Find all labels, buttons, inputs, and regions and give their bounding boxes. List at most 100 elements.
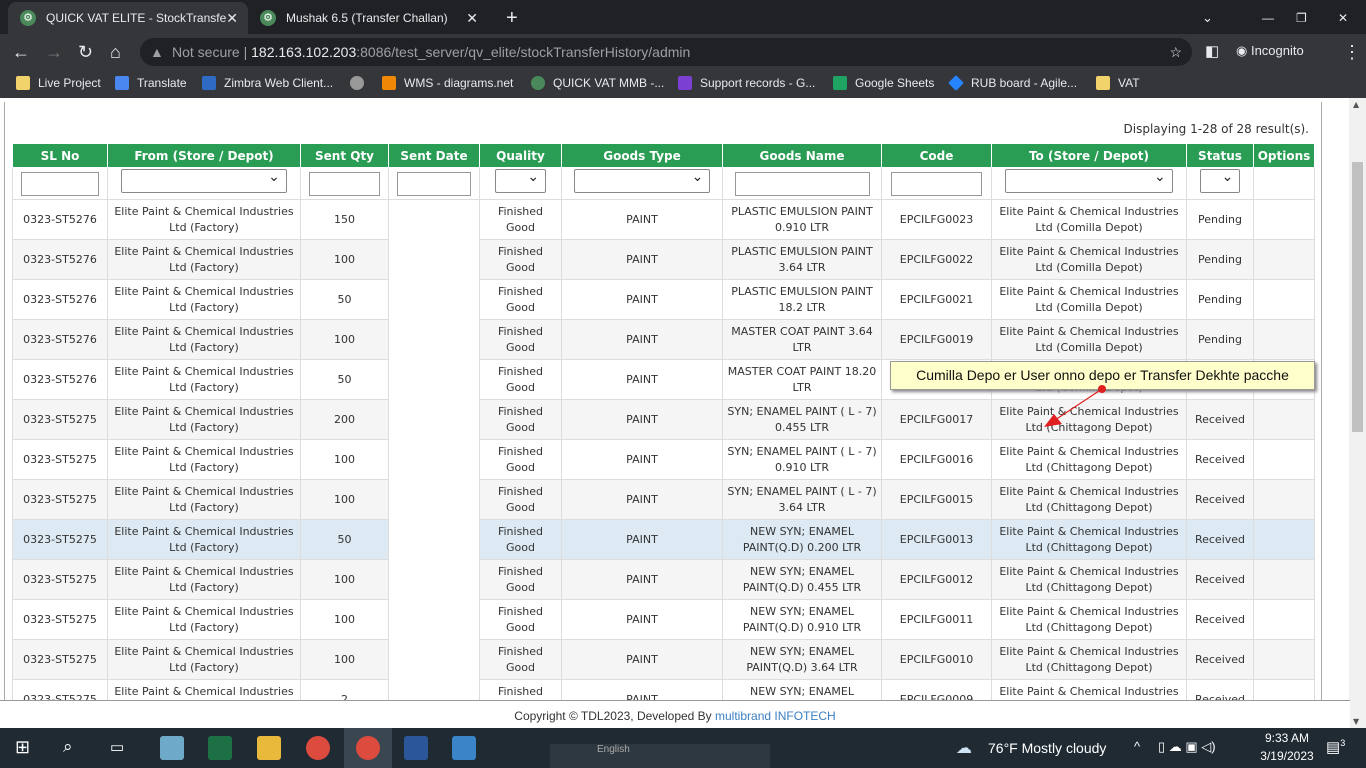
- maximize-button[interactable]: ❐: [1284, 2, 1319, 34]
- weather-text[interactable]: 76°F Mostly cloudy: [988, 740, 1106, 756]
- filter-select[interactable]: [573, 169, 711, 193]
- cell-from-store-depot: Elite Paint & Chemical Industries Ltd (F…: [107, 519, 301, 560]
- cell-options[interactable]: [1253, 639, 1315, 680]
- column-header[interactable]: Status: [1186, 143, 1254, 168]
- scrollbar-thumb[interactable]: [1352, 162, 1363, 432]
- column-header[interactable]: Goods Type: [561, 143, 723, 168]
- bookmark-live-project[interactable]: Live Project: [16, 76, 101, 90]
- filter-cell: [479, 167, 562, 200]
- cell-options[interactable]: [1253, 239, 1315, 280]
- column-header[interactable]: Sent Date: [388, 143, 480, 168]
- cell-options[interactable]: [1253, 479, 1315, 520]
- bookmark-wms[interactable]: WMS - diagrams.net: [382, 76, 513, 90]
- clock-date[interactable]: 3/19/2023: [1258, 749, 1316, 763]
- table-row[interactable]: 0323-ST5275 Elite Paint & Chemical Indust…: [12, 479, 1315, 520]
- incognito-badge[interactable]: ◉ Incognito: [1236, 43, 1304, 59]
- filter-input[interactable]: [734, 171, 870, 196]
- app-s-icon[interactable]: [452, 736, 476, 760]
- tray-chevron-icon[interactable]: ^: [1134, 739, 1140, 754]
- cell-options[interactable]: [1253, 439, 1315, 480]
- language-bar[interactable]: English: [550, 744, 770, 768]
- bookmark-globe[interactable]: [350, 76, 372, 90]
- cell-options[interactable]: [1253, 399, 1315, 440]
- bookmark-vat[interactable]: VAT: [1096, 76, 1140, 90]
- cell-to-store-depot: Elite Paint & Chemical Industries Ltd (C…: [991, 639, 1187, 680]
- table-row[interactable]: 0323-ST5275 Elite Paint & Chemical Indust…: [12, 599, 1315, 640]
- bookmark-quick-vat-mmb[interactable]: QUICK VAT MMB -...: [531, 76, 664, 90]
- filter-select[interactable]: [121, 169, 287, 193]
- tab-mushak[interactable]: ⚙ Mushak 6.5 (Transfer Challan) ✕: [248, 2, 488, 34]
- table-row[interactable]: 0323-ST5275 Elite Paint & Chemical Indust…: [12, 559, 1315, 600]
- column-header[interactable]: Code: [881, 143, 992, 168]
- column-header[interactable]: Options: [1253, 143, 1315, 168]
- bookmark-support-records[interactable]: Support records - G...: [678, 76, 815, 90]
- table-row[interactable]: 0323-ST5276 Elite Paint & Chemical Indust…: [12, 319, 1315, 360]
- close-window-button[interactable]: ✕: [1326, 2, 1360, 34]
- table-row[interactable]: 0323-ST5276 Elite Paint & Chemical Indust…: [12, 279, 1315, 320]
- file-explorer-icon[interactable]: [257, 736, 281, 760]
- chrome-icon[interactable]: [306, 736, 330, 760]
- column-header[interactable]: Sent Qty: [300, 143, 389, 168]
- column-header[interactable]: Goods Name: [722, 143, 882, 168]
- bookmark-translate[interactable]: Translate: [115, 76, 187, 90]
- bookmark-star-icon[interactable]: ☆: [1169, 38, 1182, 66]
- notification-icon[interactable]: ▤3: [1326, 738, 1345, 756]
- address-bar[interactable]: ▲ Not secure | 182.163.102.203:8086/test…: [140, 38, 1192, 66]
- table-row[interactable]: 0323-ST5275 Elite Paint & Chemical Indust…: [12, 639, 1315, 680]
- cell-sent-qty: 50: [300, 519, 389, 560]
- tab-quick-vat[interactable]: ⚙ QUICK VAT ELITE - StockTransferH ✕: [8, 2, 248, 34]
- cell-goods-name: NEW SYN; ENAMEL PAINT(Q.D) 3.64 LTR: [722, 639, 882, 680]
- bookmark-rub-board[interactable]: RUB board - Agile...: [948, 75, 1077, 91]
- close-icon[interactable]: ✕: [466, 10, 478, 27]
- column-header[interactable]: SL No: [12, 143, 108, 168]
- app-icon[interactable]: [160, 736, 184, 760]
- reload-icon[interactable]: ↻: [78, 42, 93, 62]
- filter-input[interactable]: [21, 171, 99, 196]
- table-row[interactable]: 0323-ST5275 Elite Paint & Chemical Indust…: [12, 439, 1315, 480]
- developer-link[interactable]: multibrand INFOTECH: [715, 709, 836, 723]
- bookmark-zimbra[interactable]: Zimbra Web Client...: [202, 76, 333, 90]
- filter-select[interactable]: [494, 169, 547, 193]
- forward-icon[interactable]: →: [45, 42, 63, 62]
- chrome-active-slot[interactable]: [344, 728, 392, 768]
- tray-icons[interactable]: ▯ ☁ ▣ ◁): [1158, 739, 1216, 755]
- menu-icon[interactable]: ⋮: [1343, 42, 1361, 62]
- column-header[interactable]: From (Store / Depot): [107, 143, 301, 168]
- cell-options[interactable]: [1253, 599, 1315, 640]
- minimize-button[interactable]: —: [1250, 2, 1286, 34]
- page-scrollbar[interactable]: ▲ ▼: [1349, 98, 1366, 728]
- bookmark-google-sheets[interactable]: Google Sheets: [833, 76, 934, 90]
- filter-select[interactable]: [1199, 169, 1241, 193]
- cell-goods-type: PAINT: [561, 319, 723, 360]
- column-header[interactable]: To (Store / Depot): [991, 143, 1187, 168]
- new-tab-button[interactable]: +: [494, 2, 530, 34]
- filter-select[interactable]: [1005, 169, 1173, 193]
- home-icon[interactable]: ⌂: [110, 42, 121, 62]
- sidebar-icon[interactable]: ◧: [1205, 42, 1219, 62]
- table-row[interactable]: 0323-ST5276 Elite Paint & Chemical Indust…: [12, 239, 1315, 280]
- filter-input[interactable]: [308, 171, 381, 196]
- excel-icon[interactable]: [208, 736, 232, 760]
- column-header[interactable]: Quality: [479, 143, 562, 168]
- cell-sent-qty: 100: [300, 439, 389, 480]
- clock-time[interactable]: 9:33 AM: [1258, 731, 1316, 745]
- windows-start-icon[interactable]: ⊞: [15, 737, 30, 758]
- cell-options[interactable]: [1253, 319, 1315, 360]
- table-row[interactable]: 0323-ST5276 Elite Paint & Chemical Indust…: [12, 199, 1315, 240]
- tab-search-icon[interactable]: ⌄: [1190, 2, 1225, 34]
- table-row[interactable]: 0323-ST5275 Elite Paint & Chemical Indust…: [12, 519, 1315, 560]
- task-view-icon[interactable]: ▭: [110, 738, 124, 756]
- table-row[interactable]: 0323-ST5275 Elite Paint & Chemical Indust…: [12, 399, 1315, 440]
- cell-sl-no: 0323-ST5275: [12, 519, 108, 560]
- filter-input[interactable]: [397, 171, 471, 196]
- filter-input[interactable]: [891, 171, 982, 196]
- search-icon[interactable]: ⌕: [63, 737, 73, 757]
- back-icon[interactable]: ←: [12, 42, 30, 62]
- cell-options[interactable]: [1253, 199, 1315, 240]
- cell-options[interactable]: [1253, 279, 1315, 320]
- forms-icon: [678, 76, 692, 90]
- cell-options[interactable]: [1253, 559, 1315, 600]
- close-icon[interactable]: ✕: [226, 10, 238, 27]
- cell-options[interactable]: [1253, 519, 1315, 560]
- word-icon[interactable]: [404, 736, 428, 760]
